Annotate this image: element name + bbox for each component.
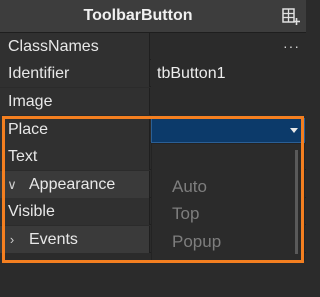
group-label: Appearance xyxy=(29,176,116,193)
chevron-down-icon[interactable] xyxy=(290,128,298,133)
property-name: Image xyxy=(0,88,150,115)
property-name: ClassNames xyxy=(0,33,150,60)
grid-add-icon[interactable] xyxy=(282,8,300,26)
property-name: Identifier xyxy=(0,60,150,87)
property-row-classnames[interactable]: ClassNames ··· xyxy=(0,33,306,60)
group-header[interactable]: › Events xyxy=(0,226,150,253)
inspector-header: ToolbarButton xyxy=(0,0,306,33)
chevron-right-icon[interactable]: › xyxy=(5,226,19,253)
property-value[interactable]: ··· xyxy=(151,33,306,60)
property-name: Place xyxy=(0,116,150,143)
place-select[interactable] xyxy=(151,118,305,143)
image-field[interactable] xyxy=(151,88,306,115)
property-row-identifier[interactable]: Identifier tbButton1 xyxy=(0,60,306,87)
group-label: Events xyxy=(29,231,78,248)
property-row-image[interactable]: Image xyxy=(0,88,306,115)
place-dropdown-list: Auto Top Popup xyxy=(151,143,305,261)
dropdown-option-popup[interactable]: Popup xyxy=(172,232,221,252)
dropdown-option-top[interactable]: Top xyxy=(172,204,199,224)
more-icon[interactable]: ··· xyxy=(283,33,300,60)
chevron-down-icon[interactable]: ∨ xyxy=(5,171,19,198)
property-inspector: ToolbarButton ClassNames ··· Identifier … xyxy=(0,0,306,297)
inspector-title: ToolbarButton xyxy=(83,7,193,24)
dropdown-option-auto[interactable]: Auto xyxy=(172,177,207,197)
property-name: Visible xyxy=(0,198,150,225)
dropdown-scrollbar[interactable] xyxy=(295,150,298,254)
identifier-field[interactable]: tbButton1 xyxy=(151,60,306,87)
group-header[interactable]: ∨ Appearance xyxy=(0,171,150,198)
property-name: Text xyxy=(0,143,150,170)
